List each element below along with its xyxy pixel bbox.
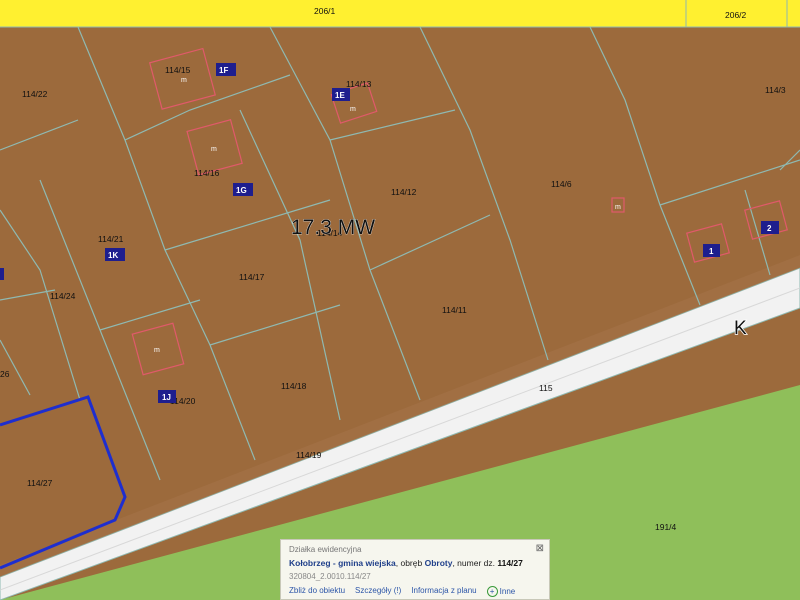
details-link[interactable]: Szczegóły (!): [355, 586, 401, 597]
plus-icon: +: [486, 586, 498, 597]
yellow-strip: [0, 0, 800, 27]
parcel-label: 114/27: [27, 478, 53, 488]
parcel-label: 114/24: [50, 291, 76, 301]
badge-label: 2: [767, 224, 772, 233]
zone-label: 17.3 MW: [291, 216, 375, 239]
cadastral-map[interactable]: m m m m m 206/1 206/2 114/15 114/22 114/…: [0, 0, 800, 600]
parcel-label: 114/18: [281, 381, 307, 391]
building-marker: m: [211, 146, 217, 153]
road-letter-label: K: [734, 318, 747, 339]
parcel-label: 114/12: [391, 187, 417, 197]
building-marker: m: [350, 106, 356, 113]
parcel-label: 114/21: [98, 234, 124, 244]
popup-number-prefix: , numer dz.: [452, 558, 498, 568]
parcel-label: 114/13: [346, 79, 372, 89]
parcel-label: 114/22: [22, 89, 48, 99]
plan-info-link[interactable]: Informacja z planu: [411, 586, 476, 597]
badge: [0, 268, 4, 280]
parcel-label: 114/3: [765, 85, 786, 95]
badge-label: 1G: [236, 186, 247, 195]
parcel-label: 191/4: [655, 522, 677, 532]
parcel-label: 114/11: [442, 305, 467, 315]
parcel-label-206-2: 206/2: [725, 10, 747, 20]
other-link-label: Inne: [499, 587, 516, 596]
popup-parcel-number: 114/27: [497, 558, 523, 568]
badge-label: 1K: [108, 251, 118, 260]
badge-label: 1: [709, 247, 714, 256]
zoom-to-object-link[interactable]: Zbliż do obiektu: [289, 586, 345, 597]
popup-municipality: Kołobrzeg - gmina wiejska: [289, 558, 396, 568]
other-link[interactable]: + Inne: [486, 586, 516, 597]
parcel-label: 114/6: [551, 179, 572, 189]
parcel-label: 114/16: [194, 168, 220, 178]
badge-label: 1F: [219, 66, 228, 75]
popup-precinct-prefix: , obręb: [395, 558, 425, 568]
road-number-label: 115: [539, 383, 553, 393]
building-marker: m: [181, 77, 187, 84]
parcel-label: 114/17: [239, 272, 265, 282]
popup-links: Zbliż do obiektu Szczegóły (!) Informacj…: [289, 586, 541, 597]
popup-precinct: Obroty: [424, 558, 453, 568]
popup-parcel-description: Kołobrzeg - gmina wiejska, obręb Obroty,…: [289, 558, 541, 568]
parcel-label: 114/19: [296, 450, 322, 460]
building-marker: m: [615, 204, 621, 211]
popup-title: Działka ewidencyjna: [289, 545, 362, 554]
parcel-label: 114/15: [165, 65, 191, 75]
popup-parcel-code: 320804_2.0010.114/27: [289, 572, 371, 581]
badge-label: 1J: [162, 393, 171, 402]
badge-label: 1E: [335, 91, 345, 100]
parcel-info-popup: ⊠ Działka ewidencyjna Kołobrzeg - gmina …: [280, 539, 550, 600]
building-marker: m: [154, 347, 160, 354]
parcel-label: 26: [0, 369, 10, 379]
parcel-label-206-1: 206/1: [314, 6, 336, 16]
close-icon[interactable]: ⊠: [536, 543, 544, 554]
